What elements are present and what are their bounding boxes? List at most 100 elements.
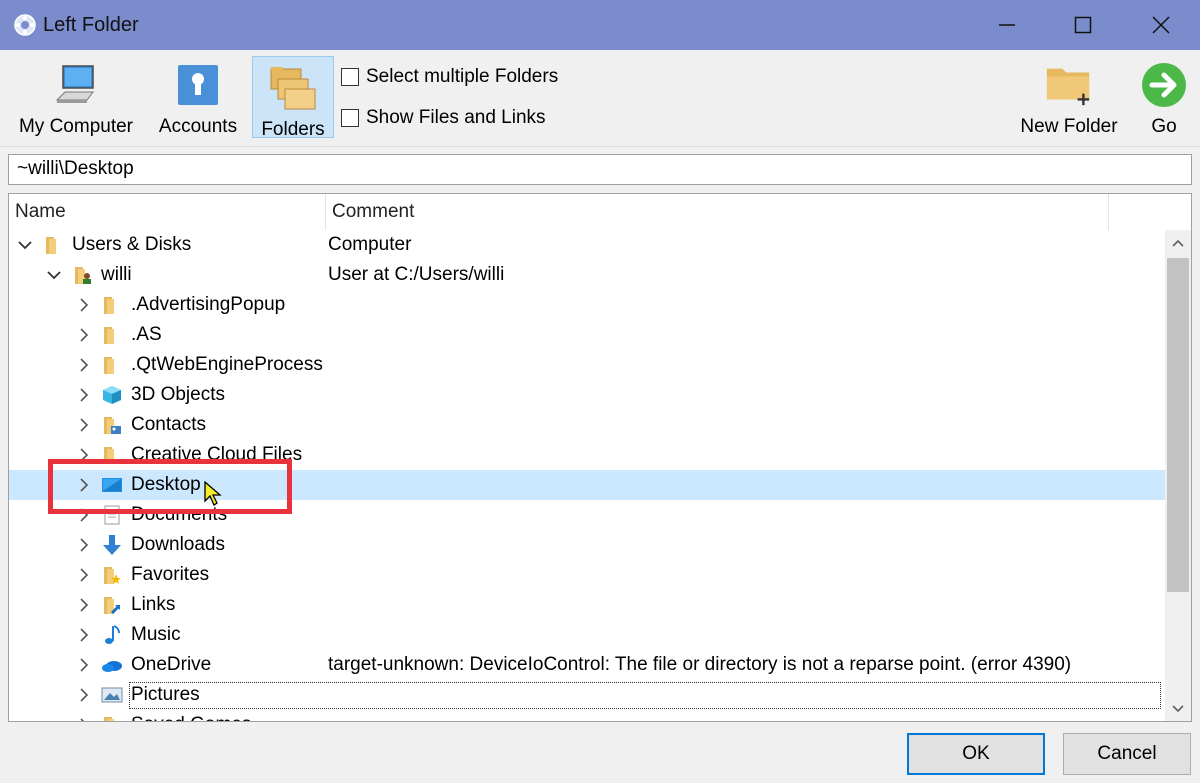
focus-rectangle	[129, 682, 1161, 709]
tree-item-label: OneDrive	[131, 654, 212, 675]
tree-item-comment: Computer	[328, 234, 412, 255]
accounts-label: Accounts	[158, 116, 238, 137]
show-files-label: Show Files and Links	[366, 107, 546, 128]
chevron-right-icon[interactable]	[76, 627, 92, 643]
tree-row[interactable]: Favorites	[9, 560, 1165, 590]
chevron-down-icon[interactable]	[17, 237, 33, 253]
tree-row[interactable]: .AdvertisingPopup	[9, 290, 1165, 320]
chevron-right-icon[interactable]	[76, 537, 92, 553]
new-folder-label: New Folder	[1020, 116, 1118, 137]
tree-item-label: .AdvertisingPopup	[131, 294, 286, 315]
tree-row[interactable]: OneDrive target-unknown: DeviceIoControl…	[9, 650, 1165, 680]
tree-row[interactable]: Pictures	[9, 680, 1165, 710]
tree-row[interactable]: Contacts	[9, 410, 1165, 440]
tree-item-comment: target-unknown: DeviceIoControl: The fil…	[328, 654, 1072, 675]
window-title: Left Folder	[43, 14, 139, 36]
my-computer-button[interactable]: My Computer	[10, 56, 142, 138]
vertical-scrollbar[interactable]	[1165, 230, 1191, 721]
tree-row[interactable]: Saved Games	[9, 710, 1165, 721]
scroll-up-button[interactable]	[1165, 230, 1191, 256]
3d-objects-icon	[103, 386, 121, 404]
title-bar: Left Folder	[0, 0, 1200, 50]
tree-row[interactable]: .AS	[9, 320, 1165, 350]
chevron-right-icon[interactable]	[76, 687, 92, 703]
chevron-right-icon[interactable]	[76, 597, 92, 613]
toolbar-divider	[0, 146, 1200, 147]
minimize-button[interactable]	[968, 0, 1046, 50]
keyhole-icon	[178, 65, 218, 105]
tree-item-label: .AS	[131, 324, 162, 345]
go-label: Go	[1151, 116, 1177, 137]
folder-icon	[104, 297, 114, 314]
tree-item-label: 3D Objects	[131, 384, 225, 405]
go-button[interactable]: Go	[1136, 56, 1192, 138]
app-icon	[14, 14, 36, 36]
tree-item-label: Users & Disks	[72, 234, 192, 255]
pictures-icon	[101, 687, 123, 703]
maximize-button[interactable]	[1044, 0, 1122, 50]
highlight-box	[48, 459, 292, 514]
tree-item-label: willi	[101, 264, 132, 285]
saved-games-icon	[104, 717, 114, 721]
tree-item-label: Downloads	[131, 534, 225, 555]
contacts-icon	[104, 417, 121, 434]
mouse-cursor-icon	[204, 481, 222, 506]
cancel-button[interactable]: Cancel	[1063, 733, 1191, 775]
tree-row[interactable]: Music	[9, 620, 1165, 650]
chevron-right-icon[interactable]	[76, 417, 92, 433]
chevron-down-icon	[1172, 705, 1184, 713]
favorites-icon	[104, 567, 121, 584]
chevron-right-icon[interactable]	[76, 297, 92, 313]
new-folder-button[interactable]: New Folder	[1012, 56, 1126, 138]
chevron-right-icon[interactable]	[76, 657, 92, 673]
accounts-button[interactable]: Accounts	[152, 56, 244, 138]
scroll-down-button[interactable]	[1165, 696, 1191, 721]
folders-button[interactable]: Folders	[252, 56, 334, 140]
computer-icon	[55, 65, 94, 103]
tree-item-label: Music	[131, 624, 181, 645]
dialog-footer: OK Cancel	[0, 722, 1200, 783]
tree-row[interactable]: Links	[9, 590, 1165, 620]
new-folder-icon	[1046, 68, 1090, 106]
chevron-right-icon[interactable]	[76, 387, 92, 403]
tree-row[interactable]: Downloads	[9, 530, 1165, 560]
tree-item-label: Favorites	[131, 564, 210, 585]
select-multiple-label: Select multiple Folders	[366, 66, 559, 87]
close-button[interactable]	[1122, 0, 1200, 50]
folder-icon	[104, 357, 114, 374]
downloads-icon	[103, 535, 121, 555]
folder-icon	[46, 237, 56, 254]
comment-column-header[interactable]: Comment	[326, 194, 1109, 230]
chevron-right-icon[interactable]	[76, 327, 92, 343]
tree-item-comment: User at C:/Users/willi	[328, 264, 505, 285]
tree-row[interactable]: 3D Objects	[9, 380, 1165, 410]
tree-item-label: .QtWebEngineProcess	[131, 354, 323, 375]
folder-tree[interactable]: Name Comment Users & Disks Computer will…	[8, 193, 1192, 722]
show-files-checkbox[interactable]: Show Files and Links	[341, 107, 546, 129]
folders-icon	[270, 67, 316, 110]
tree-row[interactable]: .QtWebEngineProcess	[9, 350, 1165, 380]
maximize-icon	[1074, 16, 1092, 34]
scrollbar-thumb[interactable]	[1167, 258, 1189, 592]
checkbox-box[interactable]	[341, 68, 359, 86]
chevron-right-icon[interactable]	[76, 357, 92, 373]
my-computer-label: My Computer	[18, 116, 134, 137]
ok-button[interactable]: OK	[907, 733, 1045, 775]
tree-row[interactable]: willi User at C:/Users/willi	[9, 260, 1165, 290]
toolbar: My Computer Accounts Folders Select mult…	[0, 50, 1200, 146]
chevron-right-icon[interactable]	[76, 567, 92, 583]
music-icon	[105, 625, 120, 644]
close-icon	[1152, 16, 1170, 34]
path-input[interactable]: ~willi\Desktop	[8, 154, 1192, 185]
column-header: Name Comment	[9, 194, 1191, 230]
folder-icon	[104, 327, 114, 344]
user-folder-icon	[75, 267, 91, 284]
folders-label: Folders	[261, 119, 325, 140]
name-column-header[interactable]: Name	[9, 194, 326, 230]
chevron-down-icon[interactable]	[46, 267, 62, 283]
checkbox-box[interactable]	[341, 109, 359, 127]
select-multiple-checkbox[interactable]: Select multiple Folders	[341, 66, 558, 88]
tree-row[interactable]: Users & Disks Computer	[9, 230, 1165, 260]
links-icon	[104, 597, 121, 615]
arrow-right-icon	[1142, 63, 1186, 107]
